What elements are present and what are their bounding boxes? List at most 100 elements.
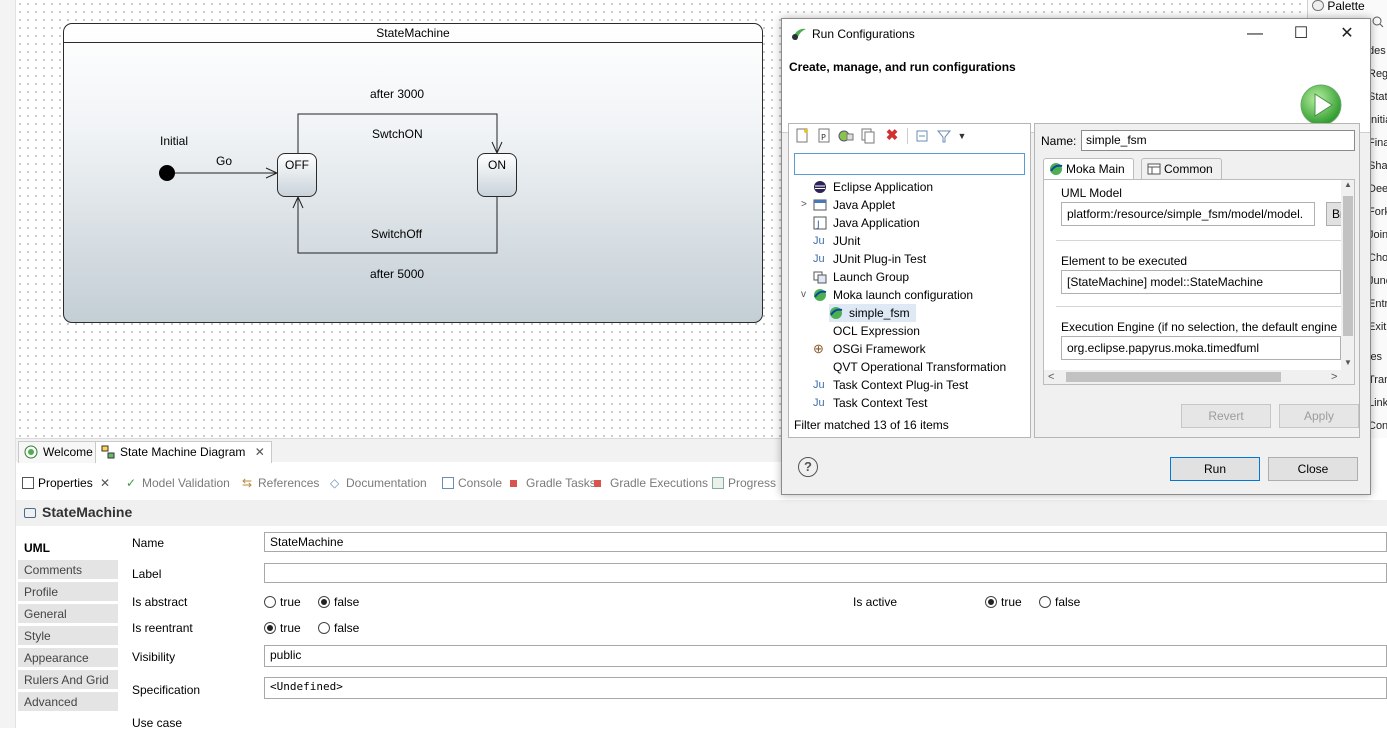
- tab-gradle-executions[interactable]: Gradle Executions: [594, 474, 708, 494]
- eclipse-icon: [813, 180, 827, 194]
- name-field[interactable]: StateMachine: [264, 532, 1387, 552]
- tree-item-moka-launch-configuration[interactable]: Moka launch configuration: [813, 286, 973, 304]
- is-abstract-true-radio[interactable]: [264, 596, 276, 608]
- moka-icon: [813, 288, 827, 302]
- tree-item-task-context-test[interactable]: Ju Task Context Test: [813, 394, 928, 412]
- chevron-right-icon[interactable]: >: [1331, 370, 1337, 384]
- configuration-toolbar: P ✖ ▼: [789, 124, 1030, 148]
- ptab-style[interactable]: Style: [18, 626, 118, 646]
- toolbar-separator: [907, 128, 908, 144]
- maximize-button[interactable]: ☐: [1278, 19, 1324, 49]
- filter-input[interactable]: [794, 153, 1025, 175]
- ptab-comments[interactable]: Comments: [18, 560, 118, 580]
- group-divider: [1056, 240, 1342, 241]
- tab-documentation[interactable]: ◇ Documentation: [330, 474, 427, 494]
- tab-model-validation[interactable]: ✓ Model Validation: [126, 474, 230, 494]
- tab-moka-main[interactable]: Moka Main: [1043, 158, 1134, 180]
- is-active-false-radio[interactable]: [1039, 596, 1051, 608]
- zoom-icon[interactable]: [1372, 16, 1384, 28]
- tree-item-java-application[interactable]: J Java Application: [813, 214, 920, 232]
- new-prototype-icon[interactable]: P: [816, 128, 832, 144]
- chevron-left-icon[interactable]: <: [1048, 370, 1054, 384]
- tab-console[interactable]: Console: [442, 474, 502, 494]
- run-button[interactable]: Run: [1170, 457, 1260, 481]
- close-button[interactable]: Close: [1268, 457, 1358, 481]
- new-config-icon[interactable]: [794, 128, 810, 144]
- osgi-icon: ⊕: [813, 341, 824, 356]
- tree-item-junit[interactable]: Ju JUnit: [813, 232, 860, 250]
- state-machine-icon: [24, 508, 36, 518]
- apply-button[interactable]: Apply: [1279, 404, 1359, 428]
- tab-gradle-tasks[interactable]: Gradle Tasks: [510, 474, 596, 494]
- documentation-icon: ◇: [330, 476, 340, 490]
- export-config-icon[interactable]: [838, 128, 854, 144]
- tab-properties[interactable]: Properties ✕: [22, 474, 110, 494]
- tree-item-eclipse-application[interactable]: Eclipse Application: [813, 178, 933, 196]
- vertical-scrollbar[interactable]: ▲ ▼: [1341, 180, 1354, 370]
- state-off[interactable]: OFF: [277, 153, 317, 197]
- tree-item-ocl-expression[interactable]: OCL Expression: [813, 322, 920, 340]
- duplicate-config-icon[interactable]: [860, 128, 876, 144]
- label-field[interactable]: [264, 563, 1387, 583]
- tab-references[interactable]: ⇆ References: [242, 474, 319, 494]
- tree-item-junit-plugin-test[interactable]: Ju JUnit Plug-in Test: [813, 250, 926, 268]
- is-reentrant-false-radio[interactable]: [318, 622, 330, 634]
- ptab-uml[interactable]: UML: [18, 538, 118, 558]
- ptab-rulers-and-grid[interactable]: Rulers And Grid: [18, 670, 118, 690]
- tab-progress[interactable]: Progress: [712, 474, 776, 494]
- close-window-button[interactable]: ✕: [1324, 19, 1370, 49]
- tab-common[interactable]: Common: [1141, 158, 1222, 180]
- chevron-right-icon[interactable]: >: [801, 196, 811, 214]
- is-active-true-radio[interactable]: [985, 596, 997, 608]
- uml-model-field[interactable]: platform:/resource/simple_fsm/model/mode…: [1061, 202, 1315, 226]
- switch-off-transition[interactable]: [297, 196, 498, 254]
- ptab-appearance[interactable]: Appearance: [18, 648, 118, 668]
- references-icon: ⇆: [242, 476, 253, 490]
- specification-field[interactable]: <Undefined>: [264, 677, 1387, 699]
- svg-text:P: P: [821, 133, 826, 142]
- tree-item-task-context-plugin-test[interactable]: Ju Task Context Plug-in Test: [813, 376, 968, 394]
- ptab-general[interactable]: General: [18, 604, 118, 624]
- chevron-up-icon[interactable]: ▲: [1344, 180, 1352, 189]
- close-icon[interactable]: ✕: [255, 445, 265, 459]
- chevron-down-icon[interactable]: v: [801, 286, 811, 304]
- horizontal-scrollbar[interactable]: < >: [1044, 370, 1354, 384]
- chevron-down-icon[interactable]: ▼: [1344, 358, 1352, 367]
- visibility-select[interactable]: public: [264, 645, 1387, 667]
- palette-icon: [1312, 0, 1324, 11]
- welcome-icon: [24, 445, 38, 459]
- collapse-all-icon[interactable]: [914, 128, 930, 144]
- element-field[interactable]: [StateMachine] model::StateMachine: [1061, 270, 1341, 294]
- help-icon[interactable]: ?: [798, 457, 818, 477]
- vertical-scroll-thumb[interactable]: [1343, 196, 1353, 336]
- initial-node[interactable]: [159, 165, 175, 181]
- ptab-profile[interactable]: Profile: [18, 582, 118, 602]
- horizontal-scroll-thumb[interactable]: [1066, 372, 1281, 382]
- engine-field[interactable]: org.eclipse.papyrus.moka.timedfuml: [1061, 336, 1341, 360]
- chevron-down-icon[interactable]: ▼: [954, 128, 970, 144]
- is-abstract-false-radio[interactable]: [318, 596, 330, 608]
- tree-item-osgi-framework[interactable]: ⊕ OSGi Framework: [813, 340, 926, 358]
- delete-config-icon[interactable]: ✖: [884, 128, 900, 144]
- is-reentrant-false-label: false: [334, 621, 360, 635]
- tree-item-simple-fsm[interactable]: simple_fsm: [829, 304, 916, 322]
- close-icon[interactable]: ✕: [100, 476, 110, 490]
- tree-item-qvt-operational-transformation[interactable]: QVT Operational Transformation: [813, 358, 1006, 376]
- config-name-input[interactable]: simple_fsm: [1081, 130, 1355, 151]
- dialog-title: Run Configurations: [812, 27, 915, 41]
- state-on[interactable]: ON: [477, 153, 517, 197]
- properties-icon: [22, 477, 34, 489]
- minimize-button[interactable]: —: [1232, 19, 1278, 49]
- is-abstract-true-label: true: [280, 595, 301, 609]
- tab-state-machine-diagram[interactable]: State Machine Diagram ✕: [95, 441, 272, 463]
- is-reentrant-true-radio[interactable]: [264, 622, 276, 634]
- tree-item-java-applet[interactable]: Java Applet: [813, 196, 895, 214]
- tree-item-launch-group[interactable]: Launch Group: [813, 268, 909, 286]
- tab-welcome[interactable]: Welcome: [18, 441, 100, 463]
- launch-group-icon: [813, 270, 827, 284]
- visibility-label: Visibility: [132, 650, 176, 664]
- ptab-advanced[interactable]: Advanced: [18, 692, 118, 712]
- revert-button[interactable]: Revert: [1181, 404, 1271, 428]
- filter-icon[interactable]: [936, 128, 952, 144]
- dialog-heading: Create, manage, and run configurations: [789, 60, 1016, 74]
